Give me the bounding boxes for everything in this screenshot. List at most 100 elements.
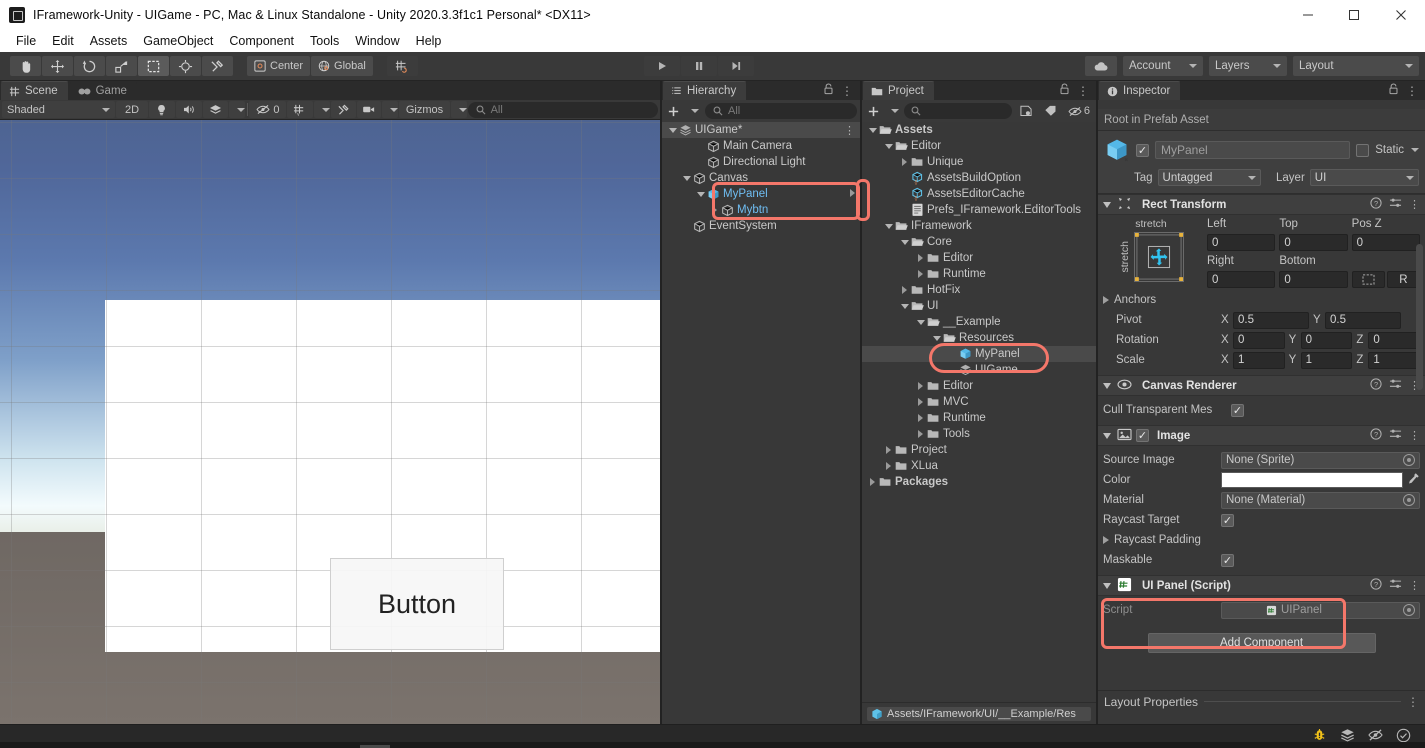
preset-icon[interactable] [1389,378,1402,393]
static-dropdown[interactable]: Static [1375,144,1419,156]
chevron-down-icon[interactable] [914,319,927,325]
lock-icon[interactable] [1388,83,1399,98]
chevron-right-icon[interactable] [914,414,927,422]
project-item-editor[interactable]: Editor [862,250,1096,266]
camera-dropdown[interactable] [382,101,399,118]
hierarchy-item-uigame[interactable]: UIGame* ⋮ [662,122,860,138]
inspector-scrollbar[interactable] [1416,244,1423,390]
chevron-down-icon[interactable] [898,239,911,245]
help-icon[interactable]: ? [1370,197,1382,212]
tab-inspector[interactable]: Inspector [1098,81,1182,100]
project-item-mypanel[interactable]: MyPanel [862,346,1096,362]
object-picker-icon[interactable] [1403,454,1415,466]
project-search-input[interactable] [904,103,1012,119]
scale-x-field[interactable]: 1 [1233,351,1285,369]
tab-scene[interactable]: Scene [0,81,69,100]
project-item-mvc[interactable]: MVC [862,394,1096,410]
scene-context-menu-icon[interactable]: ⋮ [844,124,855,137]
hierarchy-search-input[interactable]: All [705,103,857,119]
menu-file[interactable]: File [8,32,44,50]
save-search-icon[interactable] [1015,103,1037,120]
chevron-down-icon[interactable] [680,175,693,181]
rotation-z-field[interactable]: 0 [1368,331,1421,349]
rotation-x-field[interactable]: 0 [1233,331,1285,349]
chevron-right-icon[interactable] [1103,536,1109,544]
gameobject-enabled-checkbox[interactable]: ✓ [1136,143,1149,157]
panel-menu-icon[interactable]: ⋮ [1077,84,1089,98]
menu-edit[interactable]: Edit [44,32,82,50]
prefab-open-chevron-icon[interactable] [850,188,855,200]
hidden-objects-toggle[interactable]: 0 [249,101,287,118]
preset-icon[interactable] [1389,578,1402,593]
project-item-resources[interactable]: Resources [862,330,1096,346]
draw-mode-dropdown[interactable]: Shaded [2,101,116,118]
audio-speaker-icon[interactable] [175,101,203,118]
grid-snap-icon[interactable] [386,56,418,76]
gizmos-button[interactable]: Gizmos [399,101,450,118]
project-footer-path-chip[interactable]: Assets/IFramework/UI/__Example/Res [867,706,1091,721]
hierarchy-item-eventsystem[interactable]: EventSystem [662,218,860,234]
chevron-right-icon[interactable] [898,286,911,294]
custom-tool-button[interactable] [202,56,233,76]
project-item-tools[interactable]: Tools [862,426,1096,442]
chevron-right-icon[interactable] [914,398,927,406]
raw-edit-button[interactable]: R [1386,271,1420,288]
project-item-editor[interactable]: Editor [862,138,1096,154]
pivot-mode-button[interactable]: Center [247,56,311,76]
hierarchy-item-mybtn[interactable]: Mybtn [662,202,860,218]
lock-icon[interactable] [823,83,834,98]
hierarchy-item-directionallight[interactable]: Directional Light [662,154,860,170]
canvas-renderer-header[interactable]: Canvas Renderer ? ⋮ [1098,375,1425,396]
panel-menu-icon[interactable]: ⋮ [841,84,853,98]
label-tag-icon[interactable] [1040,103,1062,120]
posz-field[interactable]: 0 [1351,234,1420,251]
scene-viewport[interactable]: Button Tools No custom tools available [0,120,660,724]
preset-icon[interactable] [1389,428,1402,443]
color-swatch[interactable] [1221,472,1403,488]
panel-menu-icon[interactable]: ⋮ [1406,84,1418,98]
component-menu-icon[interactable]: ⋮ [1409,579,1420,592]
material-field[interactable]: None (Material) [1221,491,1420,509]
layer-dropdown[interactable]: UI [1309,169,1419,186]
pivot-x-field[interactable]: 0.5 [1233,311,1309,329]
cull-transparent-checkbox[interactable]: ✓ [1231,403,1244,417]
play-button[interactable] [644,56,680,76]
right-field[interactable]: 0 [1207,271,1276,288]
left-field[interactable]: 0 [1207,234,1276,251]
chevron-down-icon[interactable] [1103,432,1111,439]
chevron-right-icon[interactable] [708,206,721,214]
image-enabled-checkbox[interactable]: ✓ [1136,429,1149,442]
scene-search-input[interactable]: All [467,101,658,118]
tab-game[interactable]: Game [68,81,138,100]
account-dropdown[interactable]: Account [1123,56,1203,76]
script-field[interactable]: UIPanel [1221,601,1420,619]
project-item-iframework[interactable]: IFramework [862,218,1096,234]
scale-z-field[interactable]: 1 [1368,351,1421,369]
effects-dropdown[interactable] [228,101,245,118]
rect-tool-button[interactable] [138,56,169,76]
object-picker-icon[interactable] [1403,494,1415,506]
menu-gameobject[interactable]: GameObject [135,32,221,50]
chevron-down-icon[interactable] [930,335,943,341]
bottom-field[interactable]: 0 [1279,271,1348,288]
ui-panel-script-header[interactable]: UI Panel (Script) ? ⋮ [1098,575,1425,596]
menu-component[interactable]: Component [221,32,302,50]
grid-dropdown[interactable] [313,101,330,118]
menu-tools[interactable]: Tools [302,32,347,50]
scene-tools-icon[interactable] [330,101,356,118]
lighting-bulb-icon[interactable] [148,101,175,118]
project-item-editor[interactable]: Editor [862,378,1096,394]
project-item-runtime[interactable]: Runtime [862,410,1096,426]
scene-button-object[interactable]: Button [330,558,504,650]
layout-dropdown[interactable]: Layout [1293,56,1419,76]
rotate-tool-button[interactable] [74,56,105,76]
create-asset-button[interactable] [865,105,901,118]
project-item-uigame[interactable]: UIGame [862,362,1096,378]
chevron-right-icon[interactable] [914,382,927,390]
chevron-right-icon[interactable] [882,446,895,454]
project-item-runtime[interactable]: Runtime [862,266,1096,282]
anchor-preset-widget[interactable]: stretch stretch [1103,218,1199,288]
chevron-down-icon[interactable] [898,303,911,309]
menu-window[interactable]: Window [347,32,407,50]
project-item-example[interactable]: __Example [862,314,1096,330]
